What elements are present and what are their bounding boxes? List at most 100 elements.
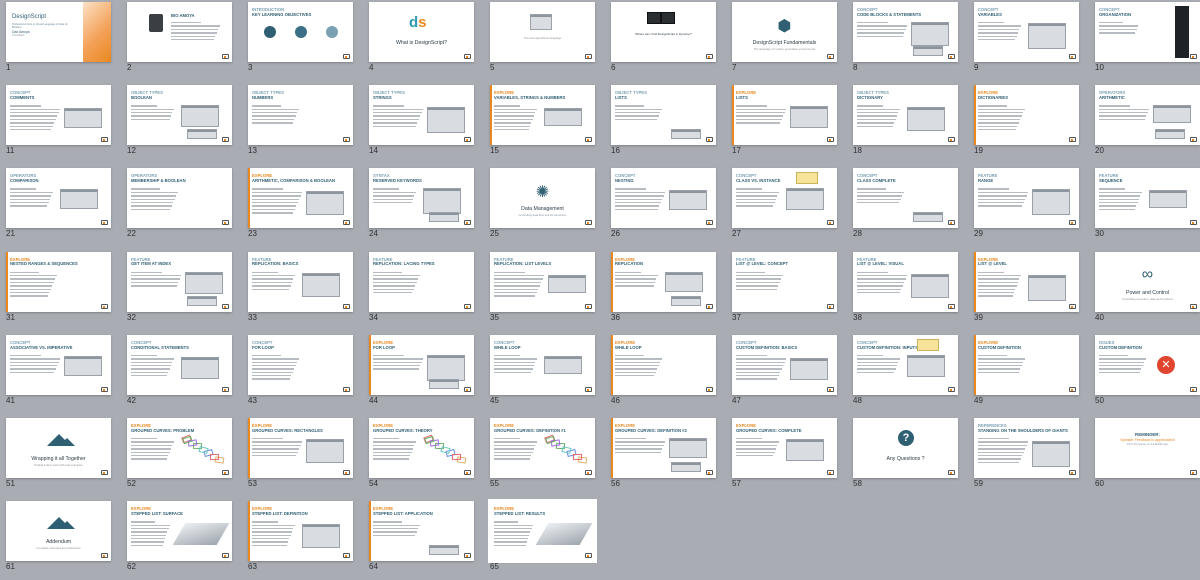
- slide-thumbnail-65[interactable]: Explore Stepped List: Results 65: [488, 499, 597, 580]
- slide-thumbnail-25[interactable]: ✺ Data Management Controlling data flow an…: [490, 168, 595, 251]
- slide-thumbnail-58[interactable]: ? Any Questions ? 58: [853, 417, 958, 501]
- slide-thumbnail-51[interactable]: Wrapping it all Together Putting it all t…: [6, 417, 111, 501]
- slide-thumbnail-48[interactable]: Concept Custom Definition: Inputs 48: [853, 334, 958, 418]
- slide-canvas[interactable]: Concept Associative vs. Imperative: [6, 334, 111, 395]
- slide-thumbnail-43[interactable]: Concept For Loop 43: [248, 334, 353, 418]
- slide-thumbnail-30[interactable]: Feature Sequence 30: [1095, 168, 1200, 251]
- slide-canvas[interactable]: Where can I find DesignScript in Dynamo?: [611, 2, 716, 62]
- slide-thumbnail-46[interactable]: Explore While Loop 46: [611, 334, 716, 418]
- slide-canvas[interactable]: DesignScript Professional Intro to Visual…: [6, 2, 111, 62]
- slide-thumbnail-34[interactable]: Feature Replication: Lacing Types 34: [369, 251, 474, 335]
- slide-canvas[interactable]: Explore While Loop: [611, 334, 716, 395]
- slide-canvas[interactable]: Operators Comparison: [6, 168, 111, 229]
- slide-canvas[interactable]: Feature Replication: Basics: [248, 251, 353, 312]
- slide-canvas[interactable]: Concept Organization: [1095, 2, 1200, 62]
- slide-canvas[interactable]: Explore Lists: [732, 85, 837, 146]
- slide-thumbnail-13[interactable]: Object Types Numbers 13: [248, 85, 353, 168]
- slide-thumbnail-61[interactable]: Addendum Complete examples and references…: [6, 501, 111, 580]
- slide-thumbnail-32[interactable]: Feature Get Item at Index 32: [127, 251, 232, 335]
- slide-thumbnail-18[interactable]: Object Types Dictionary 18: [853, 85, 958, 168]
- slide-canvas[interactable]: Concept Comments: [6, 85, 111, 146]
- slide-thumbnail-60[interactable]: REMINDER: Speaker Feedback is appreciated…: [1095, 417, 1200, 501]
- slide-thumbnail-28[interactable]: Concept Class Complete 28: [853, 168, 958, 251]
- slide-thumbnail-21[interactable]: Operators Comparison 21: [6, 168, 111, 251]
- slide-thumbnail-42[interactable]: Concept Conditional Statements 42: [127, 334, 232, 418]
- slide-thumbnail-49[interactable]: Explore Custom Definition 49: [974, 334, 1079, 418]
- slide-thumbnail-11[interactable]: Concept Comments 11: [6, 85, 111, 168]
- slide-canvas[interactable]: Concept Nesting: [611, 168, 716, 229]
- slide-canvas[interactable]: Concept Custom Definition: Basics: [732, 334, 837, 395]
- slide-canvas[interactable]: Explore Grouped Curves: Complete: [732, 417, 837, 478]
- slide-canvas[interactable]: Bio Amoya: [127, 2, 232, 62]
- slide-thumbnail-10[interactable]: Concept Organization 10: [1095, 2, 1200, 85]
- slide-thumbnail-64[interactable]: Explore Stepped List: Application 64: [369, 501, 474, 580]
- slide-thumbnail-36[interactable]: Explore Replication 36: [611, 251, 716, 335]
- slide-thumbnail-2[interactable]: Bio Amoya 2: [127, 2, 232, 85]
- slide-canvas[interactable]: Explore Variables, Strings & Numbers: [490, 85, 595, 146]
- slide-thumbnail-40[interactable]: ∞ Power and Control Controlling execution,…: [1095, 251, 1200, 335]
- slide-canvas[interactable]: ∞ Power and Control Controlling execution,…: [1095, 251, 1200, 312]
- slide-thumbnail-63[interactable]: Explore Stepped List: Definition 63: [248, 501, 353, 580]
- slide-canvas[interactable]: Concept Code Blocks & Statements: [853, 2, 958, 62]
- slide-canvas[interactable]: Object Types Dictionary: [853, 85, 958, 146]
- slide-canvas[interactable]: Explore Replication: [611, 251, 716, 312]
- slide-thumbnail-6[interactable]: Where can I find DesignScript in Dynamo?…: [611, 2, 716, 85]
- slide-thumbnail-47[interactable]: Concept Custom Definition: Basics 47: [732, 334, 837, 418]
- slide-canvas[interactable]: Explore Dictionaries: [974, 85, 1079, 146]
- slide-thumbnail-55[interactable]: Explore Grouped Curves: Definition #1 55: [490, 417, 595, 501]
- slide-canvas[interactable]: Feature Sequence: [1095, 168, 1200, 229]
- slide-canvas[interactable]: ds What is DesignScript?: [369, 2, 474, 62]
- slide-thumbnail-12[interactable]: Object Types Boolean 12: [127, 85, 232, 168]
- slide-canvas[interactable]: Object Types Lists: [611, 85, 716, 146]
- slide-canvas[interactable]: Concept For Loop: [248, 334, 353, 395]
- slide-canvas[interactable]: Syntax Reserved Keywords: [369, 168, 474, 229]
- slide-canvas[interactable]: References Standing on the Shoulders of G…: [974, 417, 1079, 478]
- slide-thumbnail-39[interactable]: Explore List @ Level 39: [974, 251, 1079, 335]
- slide-canvas[interactable]: Feature Range: [974, 168, 1079, 229]
- slide-canvas[interactable]: Explore Grouped Curves: Theory: [369, 417, 474, 478]
- slide-thumbnail-59[interactable]: References Standing on the Shoulders of G…: [974, 417, 1079, 501]
- slide-thumbnail-8[interactable]: Concept Code Blocks & Statements 8: [853, 2, 958, 85]
- slide-canvas[interactable]: Concept While Loop: [490, 334, 595, 395]
- slide-thumbnail-31[interactable]: Explore Nested Ranges & Sequences 31: [6, 251, 111, 335]
- slide-canvas[interactable]: Concept Class Complete: [853, 168, 958, 229]
- slide-canvas[interactable]: Explore Stepped List: Definition: [248, 501, 353, 562]
- slide-canvas[interactable]: ✺ Data Management Controlling data flow an…: [490, 168, 595, 229]
- slide-canvas[interactable]: Feature List @ Level: Visual: [853, 251, 958, 312]
- slide-thumbnail-57[interactable]: Explore Grouped Curves: Complete 57: [732, 417, 837, 501]
- slide-canvas[interactable]: The best algorithmic language: [490, 2, 595, 62]
- slide-canvas[interactable]: ? Any Questions ?: [853, 417, 958, 478]
- slide-thumbnail-56[interactable]: Explore Grouped Curves: Definition #2 56: [611, 417, 716, 501]
- slide-thumbnail-22[interactable]: Operators Membership & Boolean 22: [127, 168, 232, 251]
- slide-canvas[interactable]: Object Types Numbers: [248, 85, 353, 146]
- slide-thumbnail-20[interactable]: Operators Arithmetic 20: [1095, 85, 1200, 168]
- slide-thumbnail-7[interactable]: ⬢ DesignScript Fundamentals The language o…: [732, 2, 837, 85]
- slide-canvas[interactable]: Issues Custom Definition ✕: [1095, 334, 1200, 395]
- slide-thumbnail-27[interactable]: Concept Class vs. Instance 27: [732, 168, 837, 251]
- slide-thumbnail-41[interactable]: Concept Associative vs. Imperative 41: [6, 334, 111, 418]
- slide-canvas[interactable]: Explore Stepped List: Results: [488, 499, 597, 564]
- slide-thumbnail-15[interactable]: Explore Variables, Strings & Numbers 15: [490, 85, 595, 168]
- slide-thumbnail-45[interactable]: Concept While Loop 45: [490, 334, 595, 418]
- slide-canvas[interactable]: Explore Grouped Curves: Definition #2: [611, 417, 716, 478]
- slide-thumbnail-50[interactable]: Issues Custom Definition ✕ 50: [1095, 334, 1200, 418]
- slide-canvas[interactable]: Explore For Loop: [369, 334, 474, 395]
- slide-thumbnail-52[interactable]: Explore Grouped Curves: Problem 52: [127, 417, 232, 501]
- slide-canvas[interactable]: Explore Grouped Curves: Definition #1: [490, 417, 595, 478]
- slide-canvas[interactable]: Explore List @ Level: [974, 251, 1079, 312]
- slide-thumbnail-54[interactable]: Explore Grouped Curves: Theory 54: [369, 417, 474, 501]
- slide-thumbnail-9[interactable]: Concept Variables 9: [974, 2, 1079, 85]
- slide-thumbnail-38[interactable]: Feature List @ Level: Visual 38: [853, 251, 958, 335]
- slide-canvas[interactable]: ⬢ DesignScript Fundamentals The language o…: [732, 2, 837, 62]
- slide-canvas[interactable]: Wrapping it all Together Putting it all t…: [6, 417, 111, 478]
- slide-canvas[interactable]: Addendum Complete examples and references: [6, 501, 111, 562]
- slide-canvas[interactable]: Explore Stepped List: Application: [369, 501, 474, 562]
- slide-canvas[interactable]: Concept Class vs. Instance: [732, 168, 837, 229]
- slide-thumbnail-24[interactable]: Syntax Reserved Keywords 24: [369, 168, 474, 251]
- slide-thumbnail-5[interactable]: The best algorithmic language 5: [490, 2, 595, 85]
- slide-thumbnail-29[interactable]: Feature Range 29: [974, 168, 1079, 251]
- slide-thumbnail-44[interactable]: Explore For Loop 44: [369, 334, 474, 418]
- slide-canvas[interactable]: Concept Conditional Statements: [127, 334, 232, 395]
- slide-canvas[interactable]: Explore Stepped List: Surface: [127, 501, 232, 562]
- slide-thumbnail-4[interactable]: ds What is DesignScript? 4: [369, 2, 474, 85]
